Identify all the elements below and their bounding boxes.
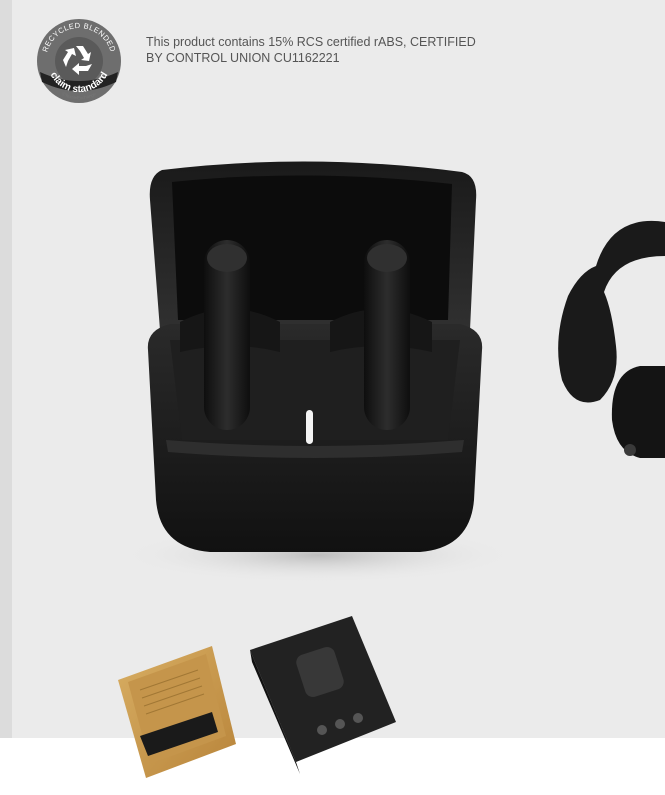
charging-case (147, 161, 483, 552)
packaging-kraft-box (118, 646, 236, 778)
led-indicator (306, 410, 313, 444)
open-ear-earbud (558, 220, 665, 458)
packaging-black-box (250, 616, 396, 774)
product-illustration (118, 161, 665, 778)
